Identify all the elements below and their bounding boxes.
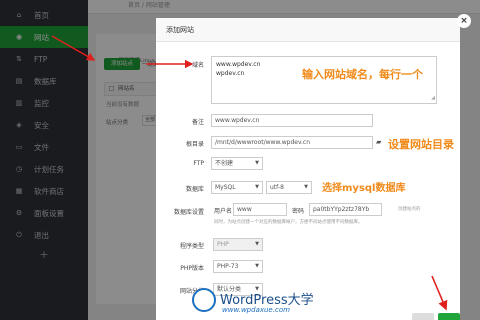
database-label: 数据库 <box>185 186 204 193</box>
annotation-root-dir: 设置网站目录 <box>388 138 454 151</box>
close-button[interactable]: × <box>457 14 471 28</box>
database-type-select[interactable]: MySQL ▼ <box>211 181 263 194</box>
chevron-down-icon: ▼ <box>255 184 259 190</box>
program-type-value: PHP <box>217 241 229 248</box>
php-version-value: PHP-73 <box>217 263 239 270</box>
program-type-select: PHP ▼ <box>213 238 263 251</box>
charset-select[interactable]: utf-8 ▼ <box>266 181 312 194</box>
cancel-button[interactable] <box>412 313 434 320</box>
ftp-label: FTP <box>193 160 204 167</box>
database-type-value: MySQL <box>215 184 236 191</box>
chevron-down-icon: ▼ <box>255 241 259 247</box>
db-settings-label: 数据库设置 <box>173 209 204 216</box>
php-version-label: PHP版本 <box>180 265 204 272</box>
remark-input[interactable]: www.wpdev.cn <box>211 114 373 127</box>
chevron-down-icon: ▼ <box>255 160 259 166</box>
resize-handle-icon[interactable]: ◢ <box>431 94 435 103</box>
watermark-url: www.wpdaxue.com <box>222 306 290 314</box>
modal-header: 添加网站 <box>156 18 460 42</box>
db-user-input[interactable]: www <box>233 203 287 216</box>
folder-icon[interactable]: ▰ <box>376 138 381 146</box>
ftp-select[interactable]: 不创建 ▼ <box>211 157 263 170</box>
php-version-select[interactable]: PHP-73 ▼ <box>213 260 263 273</box>
program-type-label: 程序类型 <box>179 243 204 250</box>
db-hint: 同时，为站点创建一个对应的数据库帐户，方便不同站点使用不同数据库。 <box>214 220 363 225</box>
db-password-label: 密码 <box>292 208 305 215</box>
submit-button[interactable] <box>438 313 460 320</box>
charset-value: utf-8 <box>270 184 284 191</box>
chevron-down-icon: ▼ <box>304 184 308 190</box>
root-dir-label: 根目录 <box>185 141 204 148</box>
wordpress-logo-icon <box>192 288 216 312</box>
db-hint-right: 创建站点的 <box>398 207 421 212</box>
domain-label: 域名 <box>191 62 204 69</box>
remark-label: 备注 <box>191 119 204 126</box>
root-dir-input[interactable]: /mnt/d/wwwroot/www.wpdev.cn <box>211 136 373 149</box>
annotation-domain: 输入网站域名，每行一个 <box>302 68 423 81</box>
annotation-database: 选择mysql数据库 <box>322 183 406 194</box>
chevron-down-icon: ▼ <box>255 263 259 269</box>
db-user-label: 用户名 <box>214 208 233 215</box>
db-password-input[interactable]: pa0tbYYp2ztz78Yb <box>309 203 382 216</box>
ftp-value: 不创建 <box>215 160 234 167</box>
modal-title: 添加网站 <box>166 26 194 34</box>
